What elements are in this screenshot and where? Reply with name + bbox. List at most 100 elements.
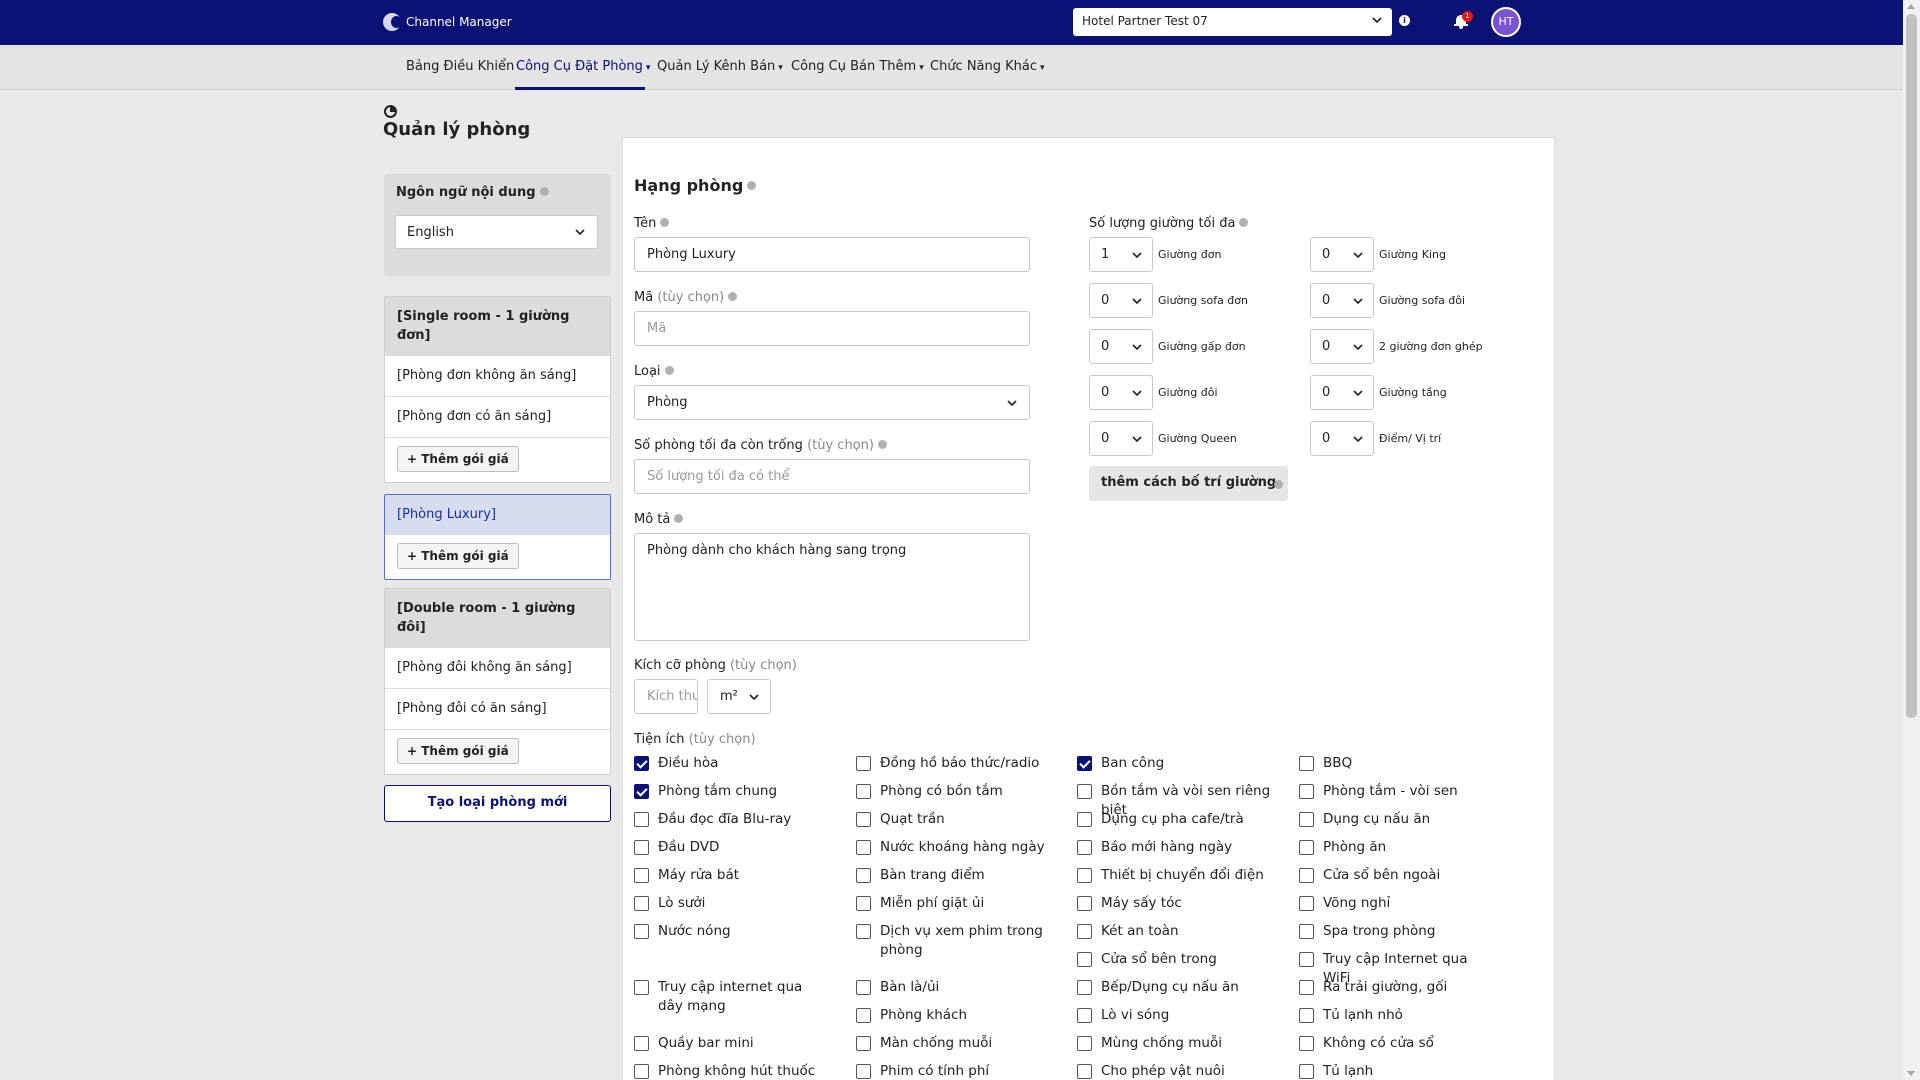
amenity-label[interactable]: Dụng cụ nấu ăn	[1323, 810, 1495, 829]
amenity-checkbox[interactable]	[1077, 952, 1092, 967]
scroll-up-arrow-icon[interactable]	[1907, 4, 1915, 9]
amenity-label[interactable]: Truy cập internet qua dây mạng	[658, 978, 830, 1016]
amenity-checkbox[interactable]	[856, 868, 871, 883]
room-type-header[interactable]: [Double room - 1 giường đôi]	[385, 589, 610, 647]
amenity-label[interactable]: Tủ lạnh	[1323, 1062, 1495, 1080]
amenity-checkbox[interactable]	[1299, 812, 1314, 827]
logo[interactable]: Channel Manager	[383, 12, 512, 32]
amenity-checkbox[interactable]	[856, 1008, 871, 1023]
amenity-checkbox[interactable]	[634, 896, 649, 911]
amenity-checkbox[interactable]	[1299, 756, 1314, 771]
amenity-checkbox[interactable]	[856, 784, 871, 799]
info-icon[interactable]: i	[1399, 15, 1410, 26]
amenity-checkbox[interactable]	[1299, 868, 1314, 883]
amenity-label[interactable]: Lò vi sóng	[1101, 1006, 1273, 1025]
amenity-label[interactable]: Võng nghỉ	[1323, 894, 1495, 913]
amenity-label[interactable]: Phòng không hút thuốc	[658, 1062, 830, 1080]
amenity-checkbox[interactable]	[856, 812, 871, 827]
amenity-label[interactable]: Quạt trần	[880, 810, 1052, 829]
avatar[interactable]: HT	[1491, 7, 1521, 37]
code-input[interactable]: Mã	[634, 311, 1030, 346]
amenity-checkbox[interactable]	[1077, 1036, 1092, 1051]
amenity-checkbox[interactable]	[1077, 812, 1092, 827]
rate-plan-item[interactable]: [Phòng đơn không ăn sáng]	[385, 355, 610, 396]
bed-count-select[interactable]: 1	[1089, 237, 1153, 272]
amenity-label[interactable]: Cửa sổ bên trong	[1101, 950, 1273, 969]
amenity-label[interactable]: Đầu đọc đĩa Blu-ray	[658, 810, 830, 829]
nav-booking-tools[interactable]: Công Cụ Đặt Phòng ▾	[516, 59, 650, 74]
amenity-checkbox[interactable]	[634, 1036, 649, 1051]
amenity-label[interactable]: Mùng chống muỗi	[1101, 1034, 1273, 1053]
scrollbar-thumb[interactable]	[1906, 14, 1917, 718]
amenity-checkbox[interactable]	[1299, 1008, 1314, 1023]
rate-plan-item[interactable]: [Phòng đơn có ăn sáng]	[385, 396, 610, 437]
add-rate-plan-button[interactable]: + Thêm gói giá	[397, 446, 519, 472]
bed-count-select[interactable]: 0	[1089, 421, 1153, 456]
info-icon[interactable]	[747, 181, 757, 190]
rate-plan-item[interactable]: [Phòng đôi có ăn sáng]	[385, 688, 610, 729]
amenity-label[interactable]: Dụng cụ pha cafe/trà	[1101, 810, 1273, 829]
amenity-label[interactable]: Bếp/Dụng cụ nấu ăn	[1101, 978, 1273, 997]
amenity-label[interactable]: Phòng tắm chung	[658, 782, 830, 801]
nav-other-functions[interactable]: Chức Năng Khác ▾	[930, 59, 1045, 74]
amenity-checkbox[interactable]	[634, 784, 649, 799]
amenity-checkbox[interactable]	[856, 1036, 871, 1051]
room-size-input[interactable]: Kích thước	[634, 679, 698, 714]
hotel-select[interactable]: Hotel Partner Test 07	[1073, 8, 1392, 36]
nav-channel-management[interactable]: Quản Lý Kênh Bán ▾	[657, 59, 783, 74]
amenity-checkbox[interactable]	[1077, 896, 1092, 911]
add-rate-plan-button[interactable]: + Thêm gói giá	[397, 543, 519, 569]
amenity-label[interactable]: Màn chống muỗi	[880, 1034, 1052, 1053]
content-language-select[interactable]: English	[395, 215, 598, 249]
amenity-checkbox[interactable]	[856, 980, 871, 995]
amenity-label[interactable]: Ra trải giường, gối	[1323, 978, 1495, 997]
amenity-label[interactable]: Phòng khách	[880, 1006, 1052, 1025]
bed-count-select[interactable]: 0	[1089, 329, 1153, 364]
amenity-label[interactable]: Két an toàn	[1101, 922, 1273, 941]
amenity-checkbox[interactable]	[1299, 980, 1314, 995]
amenity-checkbox[interactable]	[856, 756, 871, 771]
amenity-label[interactable]: Thiết bị chuyển đổi điện	[1101, 866, 1273, 885]
amenity-checkbox[interactable]	[634, 756, 649, 771]
amenity-checkbox[interactable]	[1077, 756, 1092, 771]
amenity-checkbox[interactable]	[1077, 1064, 1092, 1079]
amenity-checkbox[interactable]	[634, 924, 649, 939]
amenity-checkbox[interactable]	[1077, 924, 1092, 939]
bed-count-select[interactable]: 0	[1310, 375, 1374, 410]
room-size-unit-select[interactable]: m²	[707, 679, 771, 714]
amenity-checkbox[interactable]	[1077, 840, 1092, 855]
bed-count-select[interactable]: 0	[1089, 283, 1153, 318]
amenity-label[interactable]: Ban công	[1101, 754, 1273, 773]
amenity-checkbox[interactable]	[1299, 840, 1314, 855]
amenity-label[interactable]: Báo mới hàng ngày	[1101, 838, 1273, 857]
bed-count-select[interactable]: 0	[1310, 421, 1374, 456]
amenity-label[interactable]: Máy sấy tóc	[1101, 894, 1273, 913]
amenity-checkbox[interactable]	[1299, 1036, 1314, 1051]
nav-dashboard[interactable]: Bảng Điều Khiển	[406, 59, 514, 74]
info-icon[interactable]	[728, 292, 738, 301]
info-icon[interactable]	[539, 187, 549, 196]
amenity-checkbox[interactable]	[1299, 1064, 1314, 1079]
add-bed-arrangement-button[interactable]: thêm cách bố trí giường	[1089, 466, 1289, 501]
create-room-type-button[interactable]: Tạo loại phòng mới	[384, 785, 611, 822]
bed-count-select[interactable]: 0	[1310, 237, 1374, 272]
amenity-label[interactable]: Đồng hồ báo thức/radio	[880, 754, 1052, 773]
max-rooms-input[interactable]: Số lượng tối đa có thể	[634, 459, 1030, 494]
amenity-label[interactable]: Tủ lạnh nhỏ	[1323, 1006, 1495, 1025]
amenity-checkbox[interactable]	[1077, 980, 1092, 995]
amenity-label[interactable]: Cho phép vật nuôi	[1101, 1062, 1273, 1080]
amenity-label[interactable]: Không có cửa sổ	[1323, 1034, 1495, 1053]
amenity-checkbox[interactable]	[1299, 952, 1314, 967]
amenity-label[interactable]: BBQ	[1323, 754, 1495, 773]
rate-plan-item[interactable]: [Phòng đôi không ăn sáng]	[385, 647, 610, 688]
amenity-checkbox[interactable]	[634, 840, 649, 855]
amenity-label[interactable]: Quầy bar mini	[658, 1034, 830, 1053]
description-textarea[interactable]: Phòng dành cho khách hàng sang trọng	[634, 533, 1030, 641]
amenity-label[interactable]: Nước khoáng hàng ngày	[880, 838, 1052, 857]
amenity-label[interactable]: Đầu DVD	[658, 838, 830, 857]
info-icon[interactable]	[1274, 480, 1283, 489]
scroll-down-arrow-icon[interactable]	[1907, 1071, 1915, 1076]
amenity-label[interactable]: Máy rửa bát	[658, 866, 830, 885]
amenity-label[interactable]: Spa trong phòng	[1323, 922, 1495, 941]
amenity-label[interactable]: Lò sưởi	[658, 894, 830, 913]
